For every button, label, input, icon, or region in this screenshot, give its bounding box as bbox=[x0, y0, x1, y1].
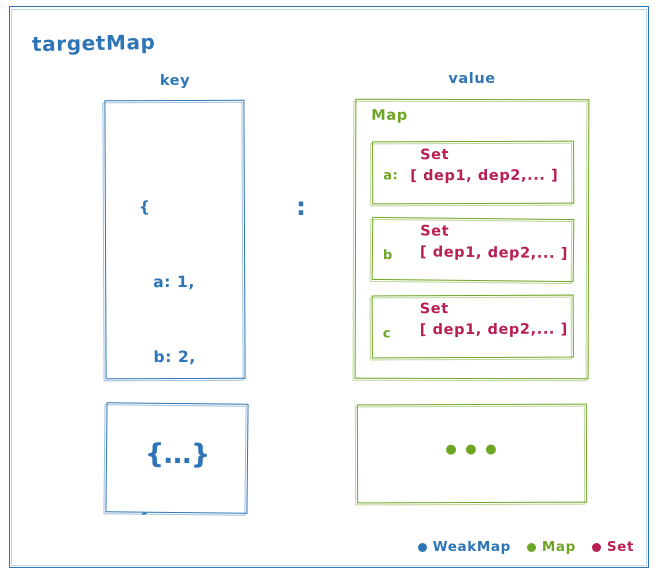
set-row: a: Set [ dep1, dep2,... ] bbox=[370, 140, 575, 207]
set-row-items: [ dep1, dep2,... ] bbox=[419, 321, 568, 339]
legend-item-set: Set bbox=[591, 539, 634, 555]
legend-item-weakmap: WeakMap bbox=[417, 539, 511, 555]
map-label: Map bbox=[371, 107, 408, 124]
more-values-text: ••• bbox=[442, 433, 502, 468]
legend-label-set: Set bbox=[606, 539, 634, 555]
key-value-separator: : bbox=[296, 192, 307, 221]
set-row-items: [ dep1, dep2,... ] bbox=[419, 244, 569, 263]
legend: WeakMap Map Set bbox=[417, 539, 634, 555]
set-row-key: a: bbox=[383, 168, 399, 184]
set-row-type: Set bbox=[420, 223, 450, 240]
more-values-box: ••• bbox=[354, 403, 588, 506]
legend-dot-icon bbox=[591, 542, 601, 552]
key-column-header: key bbox=[159, 73, 191, 89]
set-row: b Set [ dep1, dep2,... ] bbox=[369, 216, 575, 285]
page-title: targetMap bbox=[31, 29, 156, 57]
set-row: c Set [ dep1, dep2,... ] bbox=[369, 294, 574, 361]
legend-label-weakmap: WeakMap bbox=[432, 539, 511, 555]
object-entry-a: a: 1, bbox=[153, 272, 195, 292]
set-row-items: [ dep1, dep2,... ] bbox=[410, 167, 559, 185]
key-object-box: { a: 1, b: 2, c: 3 } bbox=[102, 99, 246, 516]
set-row-key: b bbox=[382, 247, 393, 264]
value-column-header: value bbox=[448, 71, 496, 87]
set-row-type: Set bbox=[419, 301, 449, 318]
set-row-type: Set bbox=[420, 147, 450, 164]
map-container-box: Map a: Set [ dep1, dep2,... ] b Set [ de… bbox=[352, 98, 590, 382]
object-entry-b: b: 2, bbox=[153, 347, 196, 367]
legend-dot-icon bbox=[417, 542, 427, 552]
set-row-key: c bbox=[382, 326, 392, 342]
diagram-canvas: targetMap key value { a: 1, b: 2, c: 3 }… bbox=[0, 0, 658, 577]
more-keys-box: {...} bbox=[103, 402, 249, 516]
legend-label-map: Map bbox=[541, 539, 576, 555]
legend-dot-icon bbox=[526, 542, 536, 552]
more-keys-text: {...} bbox=[144, 438, 210, 471]
legend-item-map: Map bbox=[526, 539, 576, 555]
object-open-brace: { bbox=[138, 198, 151, 217]
